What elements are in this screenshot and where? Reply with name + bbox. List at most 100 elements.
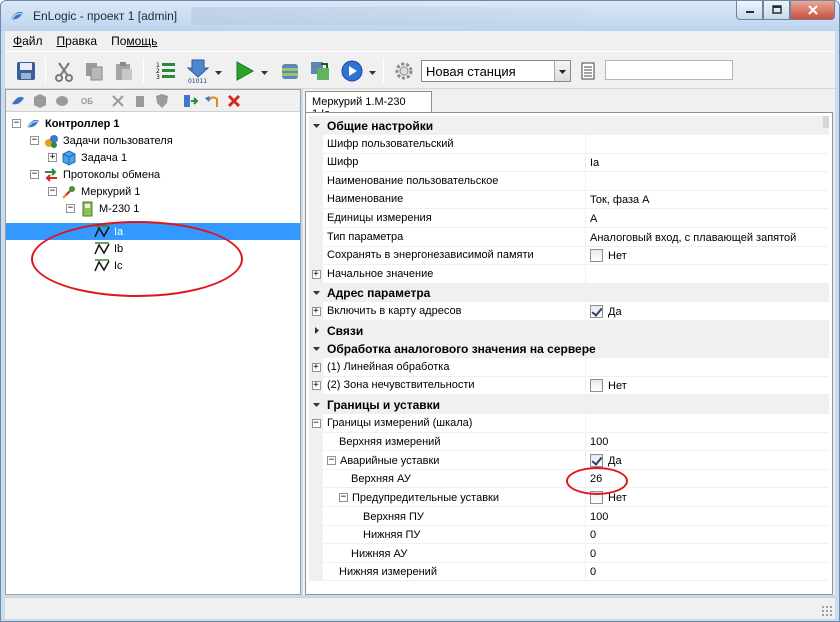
- task-1-node[interactable]: + Задача 1: [48, 149, 127, 166]
- collapse-icon[interactable]: −: [311, 419, 321, 428]
- menu-help[interactable]: Помощь: [111, 34, 157, 48]
- property-row[interactable]: Верхняя АУ 26: [309, 469, 829, 488]
- cut-icon[interactable]: [51, 58, 77, 84]
- expand-icon[interactable]: +: [311, 270, 321, 279]
- run-icon[interactable]: [231, 58, 257, 84]
- property-value[interactable]: 100: [586, 507, 829, 526]
- expand-icon[interactable]: +: [311, 363, 321, 372]
- property-row[interactable]: Нижняя ПУ 0: [309, 525, 829, 544]
- property-row[interactable]: Нижняя измерений 0: [309, 562, 829, 581]
- property-value[interactable]: Нет: [586, 376, 829, 395]
- collapse-icon[interactable]: −: [30, 170, 39, 179]
- ob-icon[interactable]: ОБ: [76, 93, 98, 109]
- property-row[interactable]: + Начальное значение: [309, 265, 829, 284]
- collapse-icon[interactable]: −: [48, 187, 57, 196]
- property-value[interactable]: 100: [586, 432, 829, 451]
- chevron-down-icon[interactable]: [309, 283, 323, 302]
- scrollbar-top-cap[interactable]: [823, 116, 829, 128]
- download-binary-icon[interactable]: 01011: [185, 58, 211, 84]
- play-circle-icon[interactable]: [339, 58, 365, 84]
- checkbox[interactable]: [590, 249, 603, 262]
- property-value[interactable]: 0: [586, 562, 829, 581]
- gear-icon[interactable]: [391, 58, 417, 84]
- property-row[interactable]: Наименование пользовательское: [309, 172, 829, 191]
- connect-icon[interactable]: [10, 93, 26, 109]
- database-icon[interactable]: [277, 58, 303, 84]
- property-value[interactable]: 0: [586, 544, 829, 563]
- expand-icon[interactable]: +: [311, 381, 321, 390]
- property-row[interactable]: Наименование Ток, фаза А: [309, 190, 829, 209]
- property-category[interactable]: Обработка аналогового значения на сервер…: [309, 339, 829, 358]
- chevron-down-icon[interactable]: [309, 116, 323, 135]
- checkbox[interactable]: [590, 379, 603, 392]
- collapse-icon[interactable]: −: [66, 204, 75, 213]
- undo-icon[interactable]: [204, 93, 220, 109]
- property-category[interactable]: Связи: [309, 321, 829, 340]
- collapse-icon[interactable]: −: [30, 136, 39, 145]
- property-value[interactable]: Да: [586, 302, 829, 321]
- property-row[interactable]: Верхняя измерений 100: [309, 432, 829, 451]
- delete-icon[interactable]: [132, 93, 148, 109]
- checkbox[interactable]: [590, 454, 603, 467]
- property-category[interactable]: Адрес параметра: [309, 283, 829, 302]
- close-button[interactable]: [790, 1, 835, 20]
- document-icon[interactable]: [575, 58, 601, 84]
- controller-node[interactable]: − Контроллер 1: [12, 115, 119, 132]
- checkbox[interactable]: [590, 491, 603, 504]
- property-row[interactable]: Единицы измерения А: [309, 209, 829, 228]
- m230-1-node[interactable]: − М-230 1: [66, 200, 139, 217]
- property-value[interactable]: Да: [586, 451, 829, 470]
- expand-icon[interactable]: +: [311, 307, 321, 316]
- user-tasks-node[interactable]: − Задачи пользователя: [30, 132, 173, 149]
- property-row[interactable]: Тип параметра Аналоговый вход, с плавающе…: [309, 228, 829, 247]
- menu-file[interactable]: Файл: [13, 34, 43, 48]
- property-row[interactable]: Нижняя АУ 0: [309, 544, 829, 563]
- import-icon[interactable]: [182, 93, 198, 109]
- maximize-button[interactable]: [763, 1, 790, 20]
- collapse-icon[interactable]: −: [339, 493, 348, 502]
- menu-edit[interactable]: Правка: [57, 34, 98, 48]
- save-icon[interactable]: [13, 58, 39, 84]
- property-value[interactable]: Аналоговый вход, с плавающей запятой: [586, 228, 829, 247]
- property-row[interactable]: Шифр пользовательский: [309, 135, 829, 154]
- property-value[interactable]: [586, 265, 829, 284]
- property-value[interactable]: 26: [586, 469, 829, 488]
- mercury-1-node[interactable]: − Меркурий 1: [48, 183, 140, 200]
- checkbox[interactable]: [590, 305, 603, 318]
- chevron-down-icon[interactable]: [369, 67, 376, 75]
- expand-icon[interactable]: +: [48, 153, 57, 162]
- property-category[interactable]: Границы и уставки: [309, 395, 829, 414]
- minimize-button[interactable]: [736, 1, 763, 20]
- property-row[interactable]: Шифр Ia: [309, 153, 829, 172]
- exchange-protocols-node[interactable]: − Протоколы обмена: [30, 166, 160, 183]
- chevron-down-icon[interactable]: [309, 339, 323, 358]
- sync-icon[interactable]: [307, 58, 333, 84]
- property-value[interactable]: А: [586, 209, 829, 228]
- property-value[interactable]: [586, 358, 829, 377]
- cube-icon[interactable]: [32, 93, 48, 109]
- remove-red-icon[interactable]: [226, 93, 242, 109]
- chevron-down-icon[interactable]: [554, 61, 570, 81]
- property-value[interactable]: 0: [586, 525, 829, 544]
- property-row[interactable]: + Включить в карту адресов Да: [309, 302, 829, 321]
- property-category[interactable]: Общие настройки: [309, 116, 829, 135]
- paste-icon[interactable]: [111, 58, 137, 84]
- copy-icon[interactable]: [81, 58, 107, 84]
- property-row[interactable]: Сохранять в энергонезависимой памяти Нет: [309, 246, 829, 265]
- property-value[interactable]: Ток, фаза А: [586, 190, 829, 209]
- property-value[interactable]: [586, 172, 829, 191]
- shield-icon[interactable]: [154, 93, 170, 109]
- property-row[interactable]: + (1) Линейная обработка: [309, 358, 829, 377]
- station-select[interactable]: Новая станция: [421, 60, 571, 82]
- property-row[interactable]: − Границы измерений (шкала): [309, 414, 829, 433]
- property-value[interactable]: Нет: [586, 488, 829, 507]
- property-value[interactable]: Ia: [586, 153, 829, 172]
- property-row[interactable]: − Предупредительные уставки Нет: [309, 488, 829, 507]
- chevron-down-icon[interactable]: [261, 67, 268, 75]
- property-value[interactable]: [586, 135, 829, 154]
- property-value[interactable]: [586, 414, 829, 433]
- collapse-icon[interactable]: −: [12, 119, 21, 128]
- disconnect-icon[interactable]: [110, 93, 126, 109]
- toolbar-text-input[interactable]: [605, 60, 733, 80]
- resize-grip-icon[interactable]: [821, 605, 833, 617]
